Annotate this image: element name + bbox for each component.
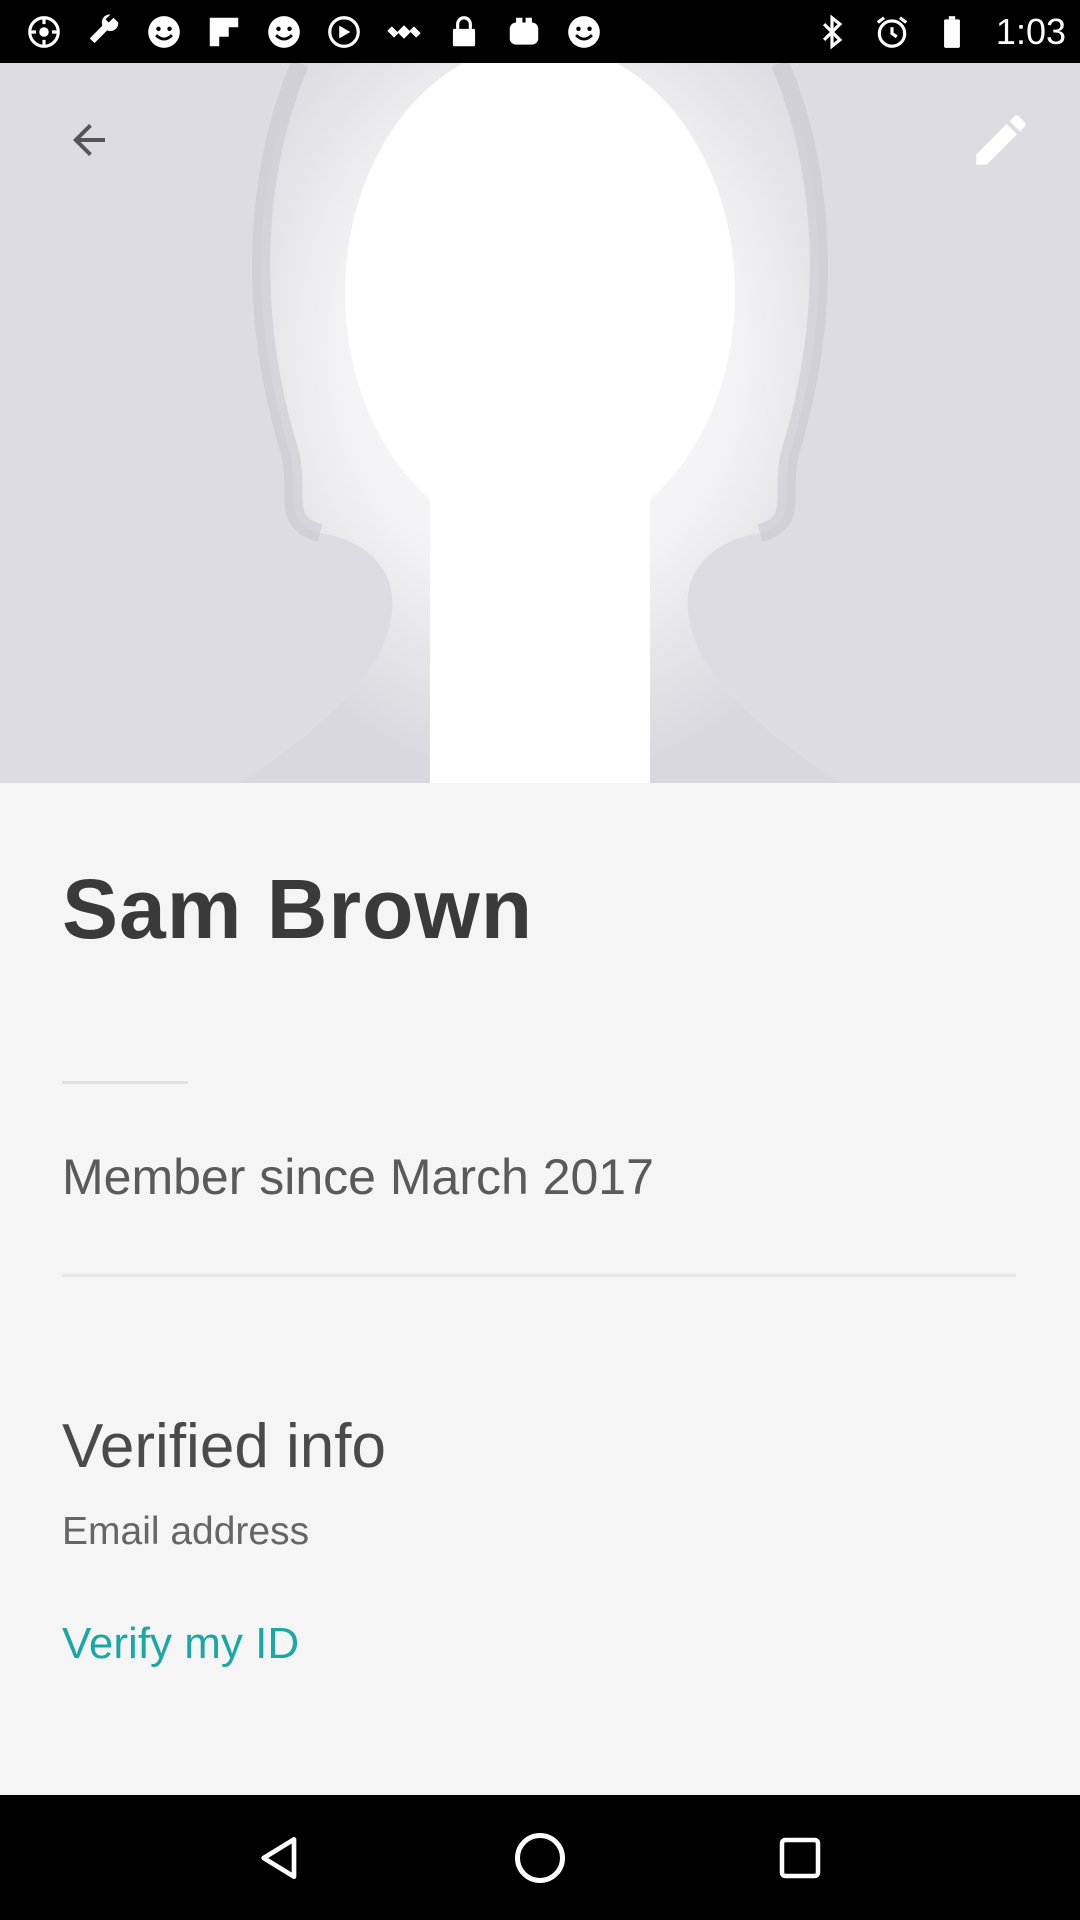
- status-bar: 1:03: [0, 0, 1080, 63]
- sync-icon: [324, 12, 364, 52]
- status-system-icons: 1:03: [812, 11, 1066, 53]
- nav-back-button[interactable]: [240, 1818, 320, 1898]
- divider: [62, 1274, 1016, 1277]
- divider: [62, 1081, 188, 1084]
- verify-id-link[interactable]: Verify my ID: [62, 1619, 299, 1669]
- satellite-fake-gps-icon: [384, 12, 424, 52]
- smiley-icon: [264, 12, 304, 52]
- status-notification-icons: [24, 12, 604, 52]
- pencil-icon: [976, 115, 1026, 165]
- flipboard-icon: [204, 12, 244, 52]
- navigation-bar: [0, 1795, 1080, 1920]
- bluetooth-icon: [812, 12, 852, 52]
- wrench-icon: [84, 12, 124, 52]
- status-time: 1:03: [995, 10, 1066, 52]
- nav-recents-button[interactable]: [760, 1818, 840, 1898]
- profile-name: Sam Brown: [62, 862, 534, 956]
- nav-home-button[interactable]: [500, 1818, 580, 1898]
- nav-back-icon: [261, 1836, 297, 1879]
- alarm-icon: [872, 12, 912, 52]
- lock-icon: [444, 12, 484, 52]
- battery-icon: [932, 12, 972, 52]
- nav-recents-icon: [779, 1837, 821, 1878]
- smiley-icon: [564, 12, 604, 52]
- arrow-left-icon: [73, 124, 105, 156]
- smiley-icon: [144, 12, 184, 52]
- back-button[interactable]: [54, 105, 124, 175]
- nav-home-icon: [515, 1832, 565, 1883]
- edit-profile-button[interactable]: [962, 101, 1040, 179]
- settings-icon: [24, 12, 64, 52]
- member-since-text: Member since March 2017: [62, 1149, 654, 1205]
- profile-content: Sam Brown Member since March 2017 Verifi…: [0, 783, 1080, 1795]
- avatar-silhouette: [0, 63, 1080, 783]
- profile-photo: [0, 63, 1080, 783]
- email-address-item: Email address: [62, 1510, 310, 1553]
- toaster-icon: [504, 12, 544, 52]
- verified-info-title: Verified info: [62, 1412, 386, 1481]
